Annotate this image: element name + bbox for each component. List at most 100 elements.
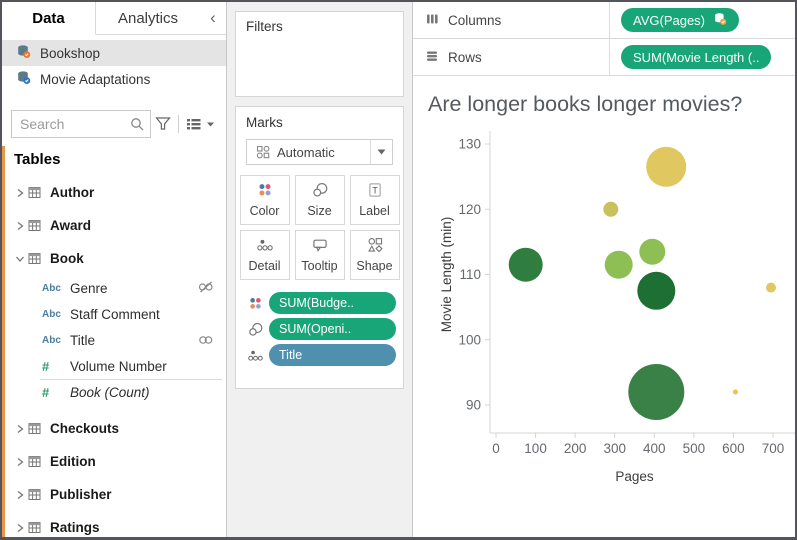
table-icon: [28, 219, 50, 232]
columns-pill[interactable]: AVG(Pages): [621, 8, 739, 32]
rows-shelf[interactable]: Rows SUM(Movie Length (..: [413, 39, 795, 76]
mark-type-dropdown[interactable]: Automatic: [246, 139, 393, 165]
filter-fields-icon[interactable]: [151, 116, 175, 131]
left-accent-bar: [2, 146, 5, 537]
filters-shelf[interactable]: Filters: [235, 11, 404, 97]
tooltip-button[interactable]: Tooltip: [295, 230, 345, 280]
scatter-bubble[interactable]: [766, 283, 776, 293]
tableau-window: Data Analytics ‹ Bookshop Movie Adaptati…: [0, 0, 797, 540]
table-icon: [28, 186, 50, 199]
field-row-volume-number[interactable]: #Volume Number: [2, 353, 226, 379]
tab-analytics[interactable]: Analytics: [96, 2, 200, 34]
shelf-panel: Filters Marks Automatic Color Size T Lab…: [227, 2, 413, 537]
mark-type-icon: [247, 144, 277, 160]
field-label: Title: [70, 333, 95, 348]
unlink-icon: [198, 281, 214, 296]
marks-pill[interactable]: SUM(Budge..: [269, 292, 396, 314]
scatter-bubble[interactable]: [509, 248, 543, 282]
y-tick-label: 110: [459, 267, 481, 282]
marks-pill[interactable]: SUM(Openi..: [269, 318, 396, 340]
field-row-staff-comment[interactable]: AbcStaff Comment: [2, 301, 226, 327]
chevron-right-icon[interactable]: [12, 456, 28, 468]
marks-pill-row: Title: [243, 344, 396, 366]
marks-pill[interactable]: Title: [269, 344, 396, 366]
x-tick-label: 300: [603, 441, 626, 456]
text-datatype-icon: Abc: [42, 335, 70, 346]
text-datatype-icon: Abc: [42, 309, 70, 320]
field-tree: Author Award BookAbcGenre AbcStaff Comme…: [2, 176, 226, 540]
connection-movie-adaptations[interactable]: Movie Adaptations: [2, 66, 226, 92]
field-label: Book (Count): [70, 385, 150, 400]
spacer: [2, 405, 226, 412]
scatter-bubble[interactable]: [603, 202, 618, 217]
field-label: Staff Comment: [70, 307, 160, 322]
columns-shelf[interactable]: Columns AVG(Pages): [413, 2, 795, 39]
table-row-award[interactable]: Award: [2, 209, 226, 242]
search-row: [11, 109, 220, 138]
rows-icon: [425, 49, 439, 66]
shape-icon: [367, 237, 383, 256]
scatter-bubble[interactable]: [637, 272, 675, 310]
chevron-right-icon[interactable]: [12, 522, 28, 534]
pane-tabbar: Data Analytics ‹: [2, 2, 226, 35]
table-row-edition[interactable]: Edition: [2, 445, 226, 478]
chart-title[interactable]: Are longer books longer movies?: [428, 89, 758, 120]
table-row-author[interactable]: Author: [2, 176, 226, 209]
scatter-bubble[interactable]: [605, 251, 633, 279]
table-label: Checkouts: [50, 421, 119, 436]
database-icon: [16, 44, 31, 62]
table-label: Author: [50, 185, 94, 200]
scatter-bubble[interactable]: [646, 147, 686, 187]
connection-bookshop[interactable]: Bookshop: [2, 40, 226, 66]
color-button[interactable]: Color: [240, 175, 290, 225]
svg-text:T: T: [372, 186, 378, 196]
color-icon: [245, 296, 265, 311]
chevron-down-icon[interactable]: [12, 253, 28, 265]
scatter-bubble[interactable]: [628, 364, 684, 420]
table-icon: [28, 252, 50, 265]
table-row-book[interactable]: Book: [2, 242, 226, 275]
number-datatype-icon: #: [42, 385, 70, 400]
table-row-ratings[interactable]: Ratings: [2, 511, 226, 540]
text-datatype-icon: Abc: [42, 283, 70, 294]
chevron-right-icon[interactable]: [12, 187, 28, 199]
chevron-down-icon[interactable]: [370, 140, 392, 164]
table-icon: [28, 488, 50, 501]
label-button[interactable]: T Label: [350, 175, 400, 225]
table-label: Ratings: [50, 520, 100, 535]
detail-button[interactable]: Detail: [240, 230, 290, 280]
field-row-book-count[interactable]: #Book (Count): [2, 379, 226, 405]
search-icon: [130, 117, 145, 135]
field-row-genre[interactable]: AbcGenre: [2, 275, 226, 301]
table-row-checkouts[interactable]: Checkouts: [2, 412, 226, 445]
x-tick-label: 500: [683, 441, 706, 456]
tab-data[interactable]: Data: [2, 2, 96, 35]
rows-pill[interactable]: SUM(Movie Length (..: [621, 45, 771, 69]
x-tick-label: 600: [722, 441, 745, 456]
scatter-bubble[interactable]: [733, 390, 738, 395]
connection-label: Bookshop: [40, 46, 100, 61]
size-button-label: Size: [307, 204, 331, 218]
chevron-right-icon[interactable]: [12, 489, 28, 501]
scatter-bubble[interactable]: [639, 239, 665, 265]
x-tick-label: 0: [492, 441, 500, 456]
table-icon: [28, 455, 50, 468]
chevron-right-icon[interactable]: [12, 220, 28, 232]
database-icon: [16, 70, 31, 88]
size-icon: [245, 322, 265, 337]
color-button-label: Color: [250, 204, 280, 218]
table-row-publisher[interactable]: Publisher: [2, 478, 226, 511]
field-row-title[interactable]: AbcTitle: [2, 327, 226, 353]
connection-label: Movie Adaptations: [40, 72, 150, 87]
size-button[interactable]: Size: [295, 175, 345, 225]
collapse-pane-icon[interactable]: ‹: [200, 2, 226, 34]
shape-button[interactable]: Shape: [350, 230, 400, 280]
search-box: [11, 110, 151, 138]
chevron-right-icon[interactable]: [12, 423, 28, 435]
mark-type-value: Automatic: [277, 145, 335, 160]
x-tick-label: 200: [564, 441, 587, 456]
rows-shelf-label: Rows: [448, 50, 482, 65]
view-options-icon[interactable]: [182, 117, 220, 131]
y-tick-label: 130: [458, 137, 481, 152]
tooltip-icon: [312, 237, 328, 256]
